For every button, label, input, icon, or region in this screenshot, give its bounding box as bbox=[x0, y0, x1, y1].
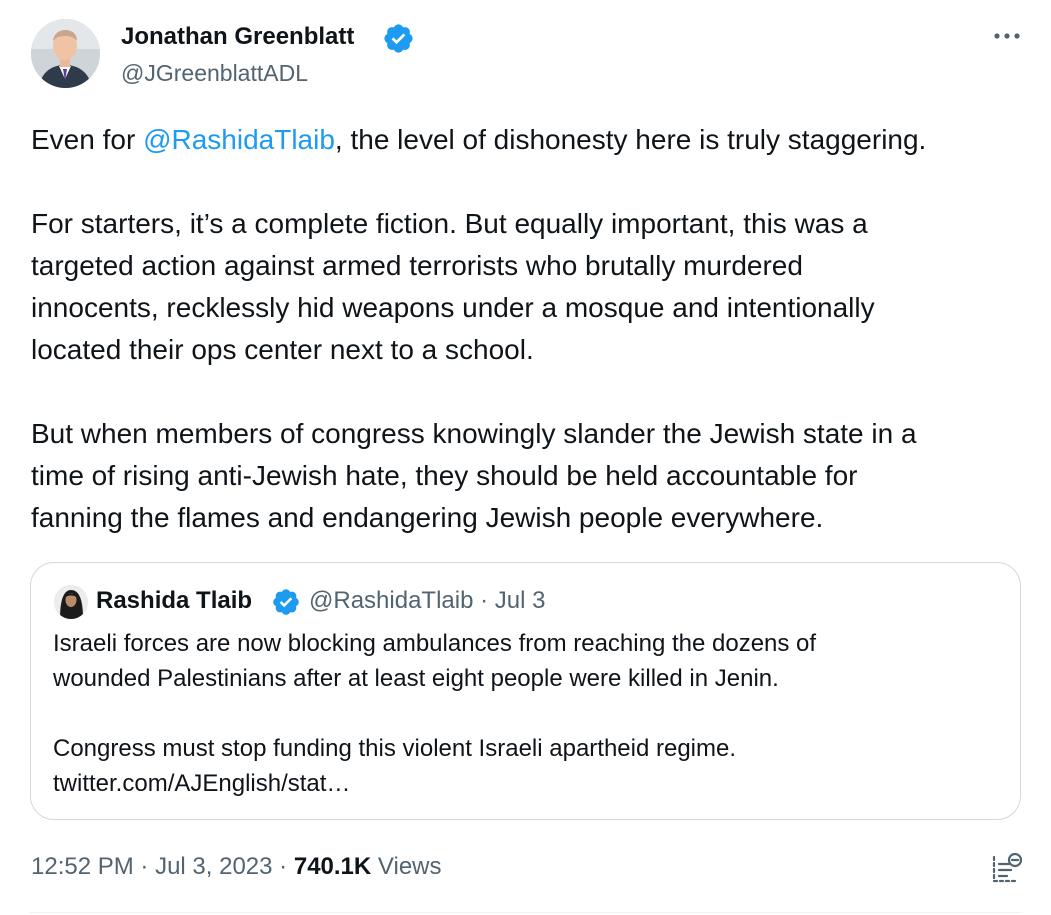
quote-author-avatar[interactable] bbox=[54, 585, 88, 619]
tweet-line: targeted action against armed terrorists… bbox=[31, 250, 803, 281]
views-label: Views bbox=[377, 853, 442, 880]
quote-paragraph-2: Congress must stop funding this violent … bbox=[53, 731, 998, 801]
author-avatar-image bbox=[31, 19, 100, 88]
quote-separator: · bbox=[480, 587, 489, 614]
verified-badge-icon[interactable] bbox=[382, 22, 415, 55]
quote-line: wounded Palestinians after at least eigh… bbox=[53, 665, 779, 692]
quote-line: Israeli forces are now blocking ambulanc… bbox=[53, 630, 817, 657]
tweet-line: fanning the flames and endangering Jewis… bbox=[31, 502, 824, 533]
tweet-line: For starters, it’s a complete fiction. B… bbox=[31, 208, 868, 239]
quote-meta: @RashidaTlaib · Jul 3 bbox=[309, 586, 545, 616]
quote-line: Congress must stop funding this violent … bbox=[53, 735, 737, 762]
tweet-text-span: Even for bbox=[31, 124, 144, 155]
tweet-line: located their ops center next to a schoo… bbox=[31, 334, 534, 365]
footer-separator: · bbox=[140, 853, 149, 880]
tweet-line: innocents, recklessly hid weapons under … bbox=[31, 292, 875, 323]
quoted-tweet[interactable]: Rashida Tlaib @RashidaTlaib · Jul 3 Isra… bbox=[30, 562, 1021, 820]
footer-separator: · bbox=[279, 853, 288, 880]
mention-link[interactable]: @RashidaTlaib bbox=[143, 124, 335, 155]
author-name[interactable]: Jonathan Greenblatt bbox=[121, 22, 354, 52]
analytics-icon[interactable] bbox=[990, 851, 1024, 885]
tweet-text-span: , the level of dishonesty here is truly … bbox=[334, 124, 927, 155]
more-icon-glyph bbox=[994, 33, 1020, 39]
tweet-text: Even for @RashidaTlaib, the level of dis… bbox=[31, 119, 1016, 539]
quote-link[interactable]: twitter.com/AJEnglish/stat… bbox=[53, 770, 350, 797]
tweet-line: But when members of congress knowingly s… bbox=[31, 418, 917, 449]
verified-badge-icon[interactable] bbox=[271, 587, 301, 617]
author-avatar[interactable] bbox=[31, 19, 100, 88]
quote-avatar-image bbox=[54, 585, 88, 619]
tweet-paragraph-3: But when members of congress knowingly s… bbox=[31, 413, 1016, 539]
more-icon[interactable] bbox=[988, 22, 1026, 50]
quote-author-name[interactable]: Rashida Tlaib bbox=[96, 586, 252, 616]
tweet-date[interactable]: Jul 3, 2023 bbox=[155, 853, 272, 880]
tweet-paragraph-1: Even for @RashidaTlaib, the level of dis… bbox=[31, 119, 1016, 161]
views-count: 740.1K bbox=[293, 853, 372, 880]
tweet-paragraph-2: For starters, it’s a complete fiction. B… bbox=[31, 203, 1016, 371]
tweet-line: time of rising anti-Jewish hate, they sh… bbox=[31, 460, 858, 491]
quote-author-handle[interactable]: @RashidaTlaib bbox=[309, 587, 473, 614]
tweet-footer: 12:52 PM · Jul 3, 2023 · 740.1K Views bbox=[31, 851, 442, 883]
tweet-time[interactable]: 12:52 PM bbox=[31, 853, 134, 880]
tweet: Jonathan Greenblatt @JGreenblattADL Even… bbox=[0, 0, 1051, 915]
quote-text: Israeli forces are now blocking ambulanc… bbox=[53, 626, 998, 801]
quote-paragraph-1: Israeli forces are now blocking ambulanc… bbox=[53, 626, 998, 696]
divider bbox=[30, 912, 1021, 913]
author-handle[interactable]: @JGreenblattADL bbox=[121, 58, 308, 88]
quote-date[interactable]: Jul 3 bbox=[495, 587, 546, 614]
